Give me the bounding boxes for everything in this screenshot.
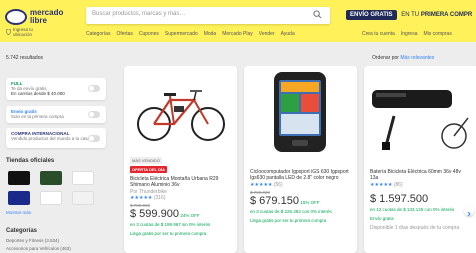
nav-moda[interactable]: Moda (204, 31, 217, 37)
official-stores-title: Tiendas oficiales (6, 158, 55, 164)
store-logo-1[interactable] (8, 171, 30, 185)
filter-international-subtitle: Vendido productos del mundo a tu casa (11, 136, 91, 141)
rating-count: (316) (153, 195, 166, 201)
filter-free-shipping[interactable]: Envío gratis Solo en la primera compra (6, 106, 106, 123)
deal-of-day-badge: OFERTA DEL DÍA (130, 166, 168, 173)
chevron-right-icon (467, 211, 471, 217)
product-title[interactable]: Cicloocomputador Igpsport iGS 630 Igpspo… (250, 169, 352, 181)
store-logo-4[interactable] (8, 191, 30, 205)
filter-international[interactable]: COMPRA INTERNACIONAL Vendido productos d… (6, 128, 106, 148)
shipping-info: Envío gratis (370, 216, 394, 221)
rating-stars-icon: ★★★★★ (250, 182, 273, 188)
user-nav: Crea tu cuenta Ingresa Mis compras (362, 31, 458, 37)
product-card[interactable]: Batería Bicicleta Eléctrica 60mm 36v 48v… (364, 66, 476, 253)
rating-count: (86) (393, 182, 403, 188)
carousel-next-button[interactable] (464, 206, 474, 217)
product-price: $ 679.150 (250, 195, 299, 207)
location-icon (6, 29, 11, 35)
login-link[interactable]: Ingresa (401, 31, 418, 37)
top-seller-badge: MÁS VENDIDO (130, 157, 163, 164)
rating-stars-icon: ★★★★★ (130, 195, 153, 201)
product-price: $ 599.900 (130, 208, 179, 220)
nav-cupones[interactable]: Cupones (139, 31, 159, 37)
location-selector[interactable]: Ingresa tu ubicación (13, 27, 33, 37)
product-image-bicycle[interactable] (124, 66, 237, 156)
discount-label: 15% OFF (300, 200, 320, 205)
filter-full-note: En carritos desde $ 40.000 (11, 91, 65, 96)
sort-selector[interactable]: Ordenar por Más relevantes (372, 55, 434, 61)
search-input[interactable]: Buscar productos, marcas y más… (86, 7, 330, 24)
search-icon[interactable] (313, 10, 322, 19)
product-image-battery[interactable] (364, 66, 476, 156)
filter-full[interactable]: FULL Te da envío gratis En carritos desd… (6, 78, 106, 100)
installments: en 3 cuotas de $ 199.967 sin 0% interés (130, 222, 211, 227)
search-placeholder: Buscar productos, marcas y más… (92, 11, 186, 17)
shipping-info: Llega gratis por ser tu primera compra (130, 231, 207, 236)
show-more-stores-link[interactable]: Mostrar más (6, 210, 31, 215)
product-card[interactable]: MÁS VENDIDO OFERTA DEL DÍA Bicicleta Elé… (124, 66, 237, 253)
product-image-bike-computer[interactable] (244, 66, 357, 156)
create-account-link[interactable]: Crea tu cuenta (362, 31, 395, 37)
shipping-info: Llega gratis por ser tu primera compra (250, 218, 327, 223)
categories-title: Categorías (6, 228, 38, 234)
availability-note: Disponible 1 días después de tu compra (370, 225, 460, 231)
promo-banner[interactable]: ENVÍO GRATIS EN TU PRIMERA COMPR (346, 10, 472, 22)
international-toggle[interactable] (88, 135, 100, 142)
promo-text-bold: PRIMERA COMPR (420, 12, 473, 18)
product-price: $ 1.597.500 (370, 193, 429, 205)
location-line-2: ubicación (13, 32, 33, 37)
results-count: 5.742 resultados (6, 55, 43, 61)
store-logo-6[interactable] (72, 191, 94, 205)
header: mercado libre Buscar productos, marcas y… (0, 0, 476, 42)
rating-count: (56) (273, 182, 283, 188)
product-title[interactable]: Bicicleta Eléctrica Montaña Urbana R29 S… (130, 176, 232, 188)
nav-supermercado[interactable]: Supermercado (165, 31, 198, 37)
product-card[interactable]: Cicloocomputador Igpsport iGS 630 Igpspo… (244, 66, 357, 253)
mercadolibre-logo[interactable]: mercado libre (5, 9, 67, 27)
free-shipping-badge: ENVÍO GRATIS (346, 10, 397, 20)
store-logo-5[interactable] (40, 191, 62, 205)
category-item[interactable]: Accesorios para Vehículos (463) (6, 246, 71, 251)
installments: en 12 cuotas de $ 133.125 con 0% interés (370, 207, 455, 212)
nav-vender[interactable]: Vender (259, 31, 275, 37)
store-logo-2[interactable] (40, 171, 62, 185)
my-purchases-link[interactable]: Mis compras (424, 31, 452, 37)
rating-stars-icon: ★★★★★ (370, 182, 393, 188)
full-toggle[interactable] (88, 85, 100, 92)
filter-free-shipping-subtitle: Solo en la primera compra (11, 114, 64, 119)
nav-ayuda[interactable]: Ayuda (281, 31, 295, 37)
handshake-icon (5, 9, 27, 25)
category-item[interactable]: Deportes y Fitness (3.534) (6, 238, 59, 243)
nav-mercado-play[interactable]: Mercado Play (222, 31, 253, 37)
nav-categorias[interactable]: Categorías (86, 31, 110, 37)
sort-value[interactable]: Más relevantes (400, 55, 434, 61)
nav-ofertas[interactable]: Ofertas (116, 31, 132, 37)
installments: en 3 cuotas de $ 226.383 con 0% interés (250, 209, 332, 214)
logo-line-2: libre (30, 16, 47, 25)
promo-text-pre: EN TU (401, 12, 420, 18)
product-title[interactable]: Batería Bicicleta Eléctrica 60mm 36v 48v… (370, 169, 470, 181)
main-nav: Categorías Ofertas Cupones Supermercado Moda… (86, 31, 301, 37)
sort-label: Ordenar por (372, 55, 399, 61)
discount-label: 24% OFF (180, 213, 200, 218)
free-shipping-toggle[interactable] (88, 111, 100, 118)
store-logo-3[interactable] (72, 171, 94, 185)
